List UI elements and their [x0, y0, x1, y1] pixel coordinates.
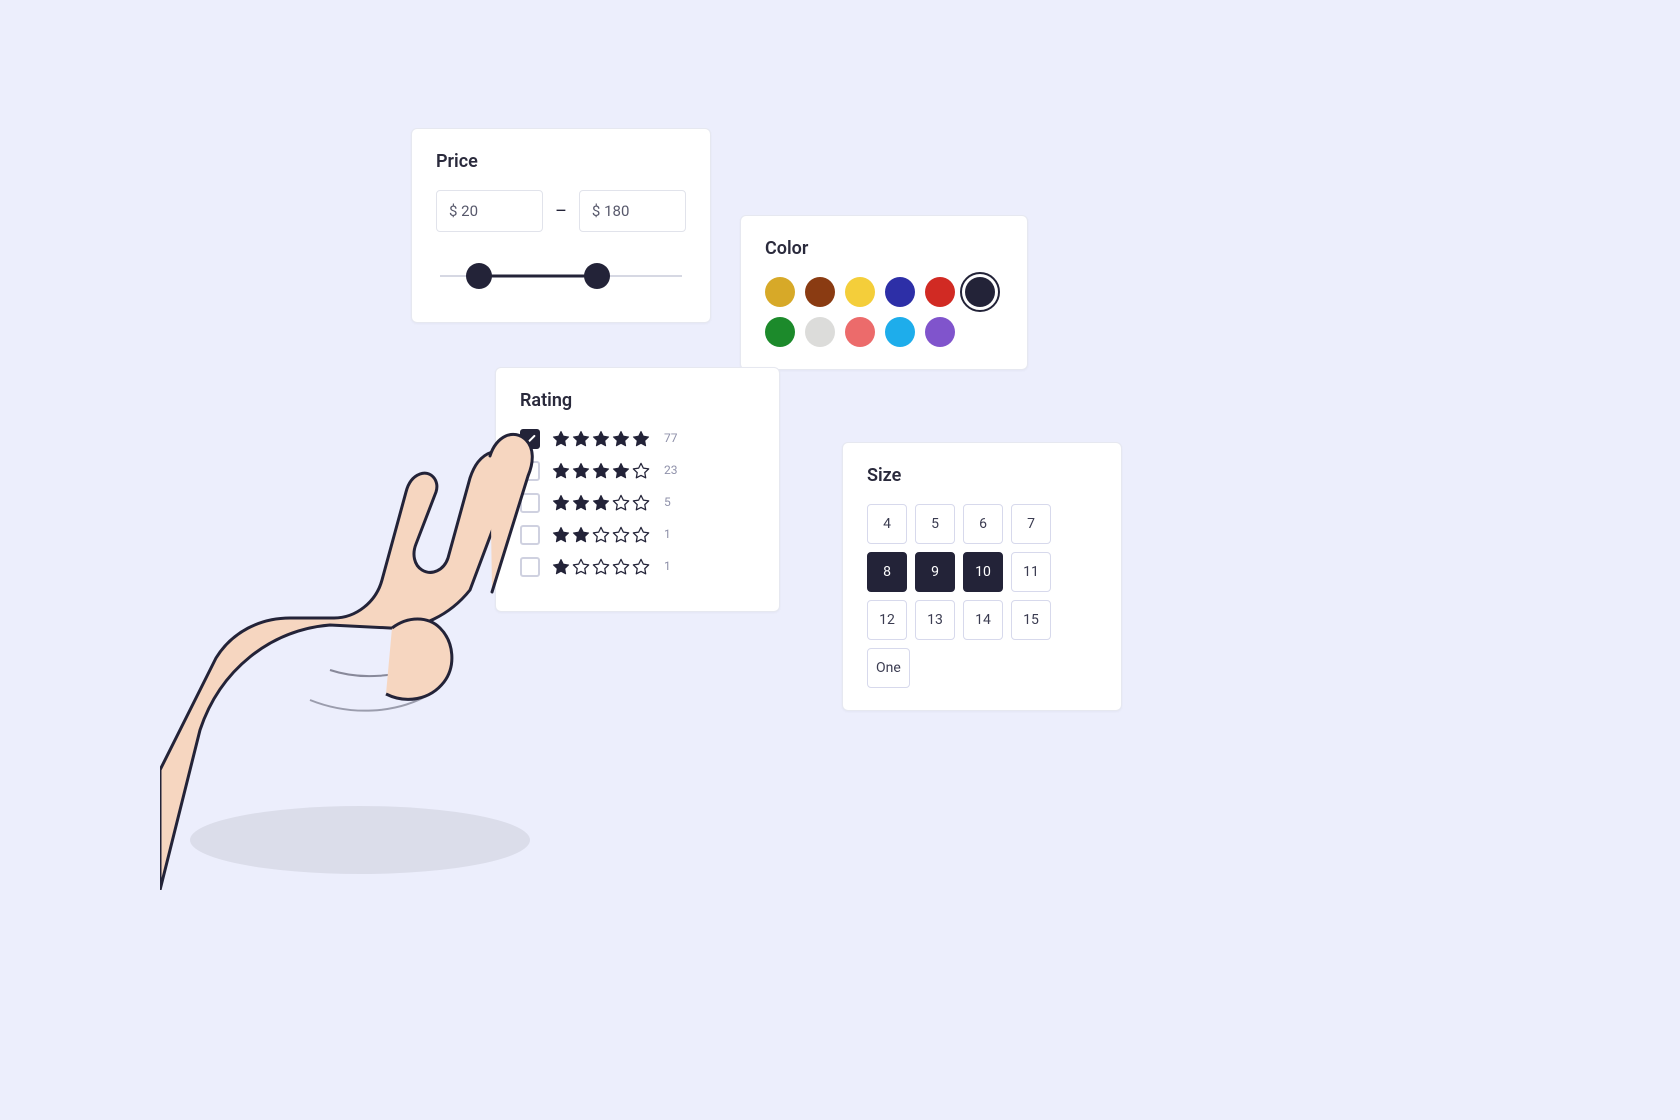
slider-handle-min[interactable] [466, 263, 492, 289]
slider-handle-max[interactable] [584, 263, 610, 289]
rating-row-3-star[interactable]: 5 [520, 493, 755, 513]
color-swatch-grid [765, 277, 1003, 347]
slider-track-fill [479, 275, 598, 278]
price-min-value: 20 [461, 202, 478, 220]
color-swatch-brown[interactable] [805, 277, 835, 307]
rating-count: 1 [664, 559, 671, 573]
color-swatch-green[interactable] [765, 317, 795, 347]
rating-row-4-star[interactable]: 23 [520, 461, 755, 481]
rating-checkbox[interactable] [520, 429, 540, 449]
color-swatch-yellow[interactable] [845, 277, 875, 307]
size-option-14[interactable]: 14 [963, 600, 1003, 640]
rating-count: 77 [664, 431, 678, 445]
star-icons [552, 526, 650, 544]
star-icons [552, 494, 650, 512]
price-range-dash: – [555, 201, 567, 222]
size-title: Size [867, 465, 1097, 486]
size-option-10[interactable]: 10 [963, 552, 1003, 592]
size-option-7[interactable]: 7 [1011, 504, 1051, 544]
currency-symbol: $ [449, 202, 457, 220]
rating-row-1-star[interactable]: 1 [520, 557, 755, 577]
color-filter-card: Color [740, 215, 1028, 370]
size-option-8[interactable]: 8 [867, 552, 907, 592]
rating-rows: 77 23 5 1 1 [520, 429, 755, 577]
color-title: Color [765, 238, 1003, 259]
rating-checkbox[interactable] [520, 493, 540, 513]
price-title: Price [436, 151, 686, 172]
price-slider[interactable] [440, 256, 682, 296]
rating-count: 23 [664, 463, 678, 477]
star-icons [552, 430, 650, 448]
color-swatch-sky[interactable] [885, 317, 915, 347]
price-filter-card: Price $ 20 – $ 180 [411, 128, 711, 323]
check-icon [523, 432, 537, 446]
star-icons [552, 462, 650, 480]
color-swatch-indigo[interactable] [885, 277, 915, 307]
color-swatch-violet[interactable] [925, 317, 955, 347]
color-swatch-gold[interactable] [765, 277, 795, 307]
color-swatch-silver[interactable] [805, 317, 835, 347]
size-option-one[interactable]: One [867, 648, 910, 688]
color-swatch-dark[interactable] [965, 277, 995, 307]
price-min-input[interactable]: $ 20 [436, 190, 543, 232]
size-option-9[interactable]: 9 [915, 552, 955, 592]
rating-filter-card: Rating 77 23 5 1 1 [495, 367, 780, 612]
price-max-value: 180 [604, 202, 629, 220]
rating-row-2-star[interactable]: 1 [520, 525, 755, 545]
rating-row-5-star[interactable]: 77 [520, 429, 755, 449]
color-swatch-coral[interactable] [845, 317, 875, 347]
size-option-5[interactable]: 5 [915, 504, 955, 544]
price-max-input[interactable]: $ 180 [579, 190, 686, 232]
rating-checkbox[interactable] [520, 525, 540, 545]
size-filter-card: Size 4567 891011 12131415 One [842, 442, 1122, 711]
size-grid: 4567 891011 12131415 One [867, 504, 1097, 688]
size-option-13[interactable]: 13 [915, 600, 955, 640]
color-swatch-red[interactable] [925, 277, 955, 307]
rating-title: Rating [520, 390, 755, 411]
rating-count: 1 [664, 527, 671, 541]
currency-symbol: $ [592, 202, 600, 220]
size-option-11[interactable]: 11 [1011, 552, 1051, 592]
rating-count: 5 [664, 495, 671, 509]
rating-checkbox[interactable] [520, 557, 540, 577]
price-inputs: $ 20 – $ 180 [436, 190, 686, 232]
size-option-6[interactable]: 6 [963, 504, 1003, 544]
size-option-15[interactable]: 15 [1011, 600, 1051, 640]
size-option-12[interactable]: 12 [867, 600, 907, 640]
star-icons [552, 558, 650, 576]
rating-checkbox[interactable] [520, 461, 540, 481]
size-option-4[interactable]: 4 [867, 504, 907, 544]
